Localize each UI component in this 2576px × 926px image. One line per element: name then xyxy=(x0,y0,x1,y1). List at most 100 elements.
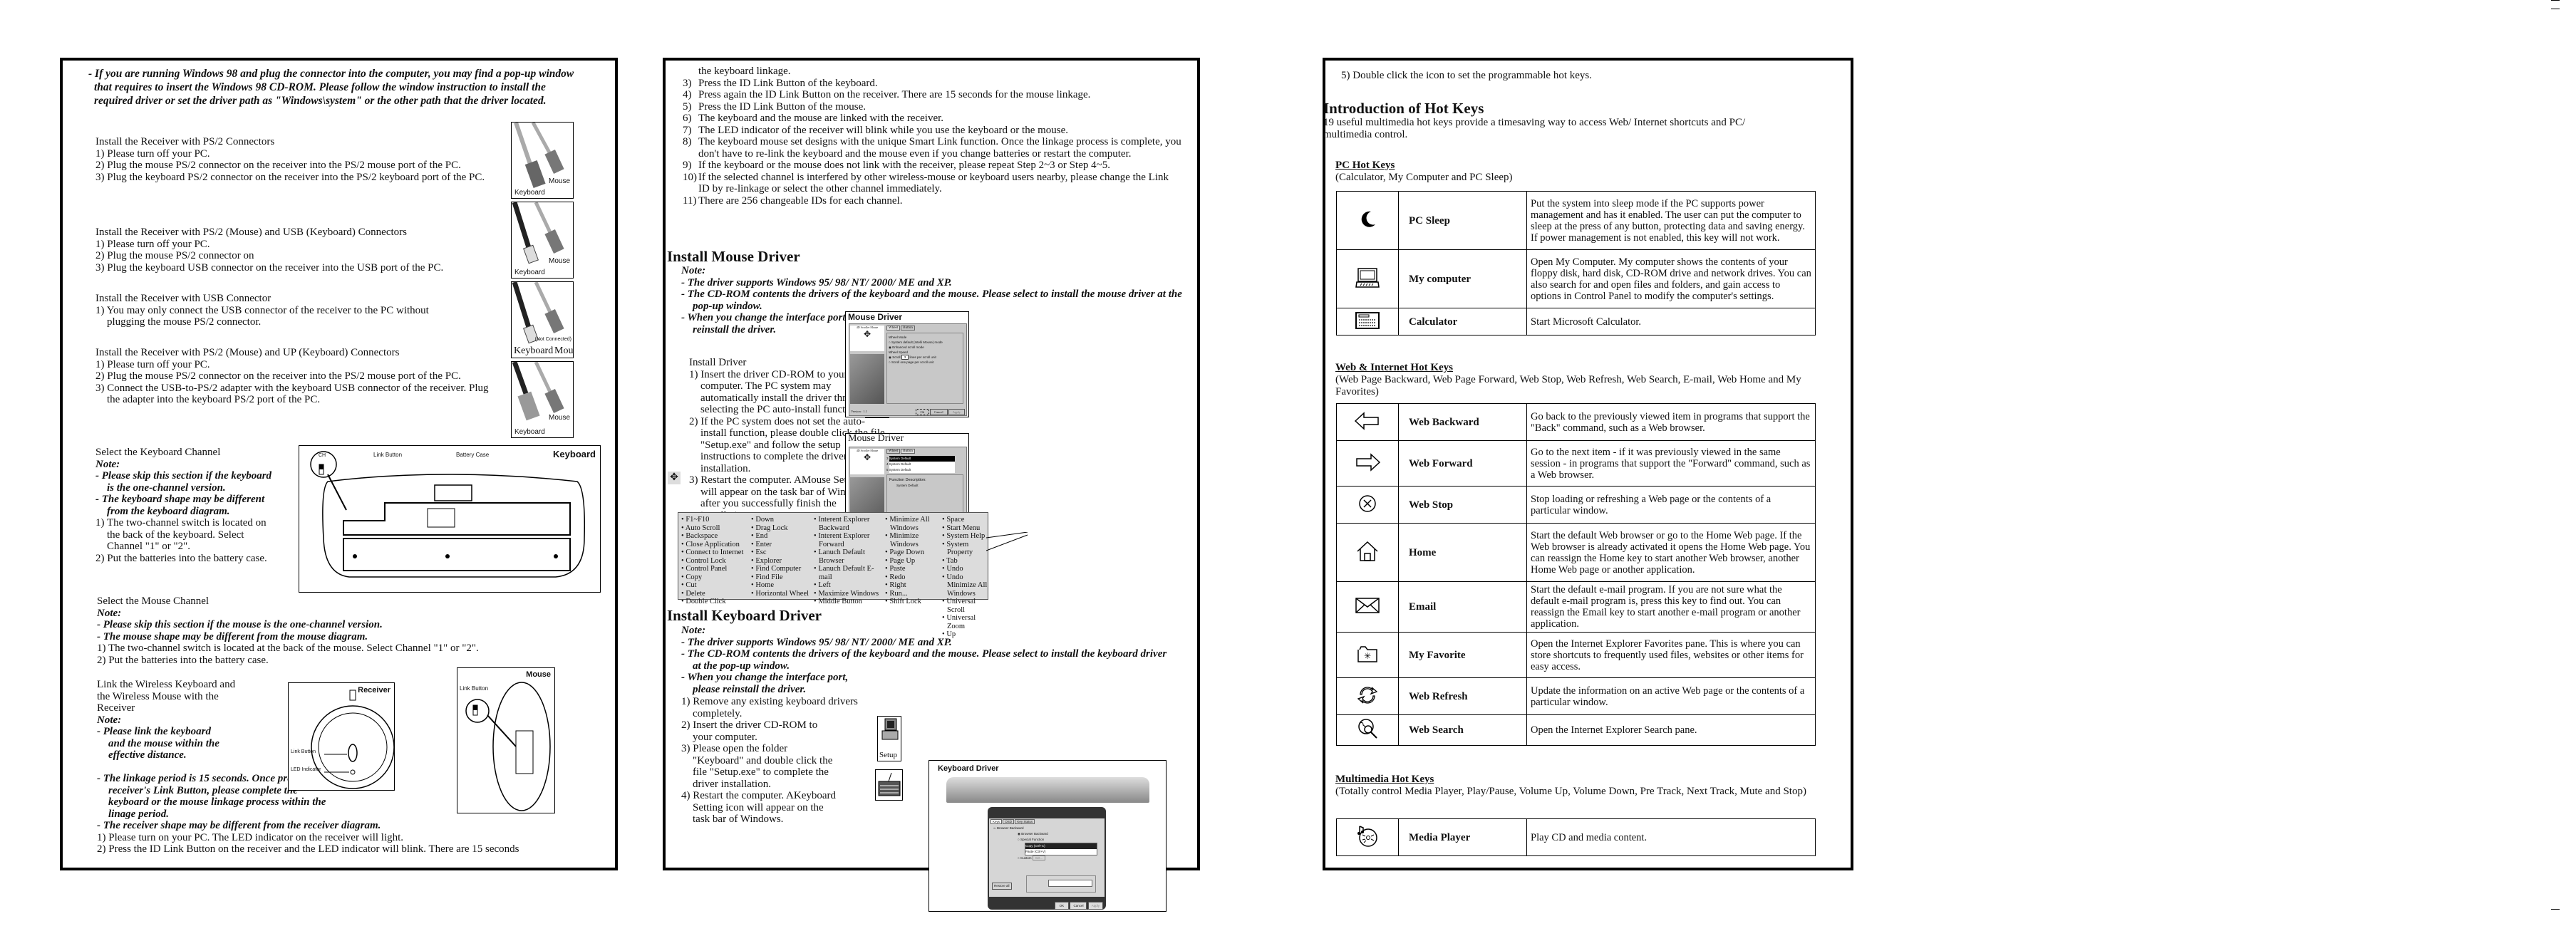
function-label: Control Panel xyxy=(686,565,728,573)
led-indicator-label: LED Indicator xyxy=(291,767,321,772)
function-item: • F1~F10 xyxy=(681,516,749,524)
stop-icon xyxy=(1357,494,1377,516)
step: 2) Insert the driver CD-ROM to your comp… xyxy=(681,719,818,743)
section-title: Install the Receiver with PS/2 Connector… xyxy=(95,136,275,147)
dialog-buttons: OK Cancel Apply xyxy=(1054,902,1103,910)
hot-key-name: Web Forward xyxy=(1398,440,1527,487)
function-item: • System Help xyxy=(942,532,990,541)
tab-wheel[interactable]: Wheel xyxy=(886,326,901,331)
button-5-select[interactable]: System Default xyxy=(889,467,955,473)
scroll-lines-spinner[interactable]: 3 xyxy=(901,355,909,360)
pc-hot-keys-table: PC Sleep Put the system into sleep mode i… xyxy=(1336,191,1816,335)
radio-custom[interactable]: ○ Custom Set... xyxy=(989,855,1105,861)
step: 4) Press again the ID Link Button on the … xyxy=(683,89,1181,101)
function-item: • Paste xyxy=(885,565,941,573)
function-item: • Left xyxy=(814,581,881,590)
step-text: The keyboard mouse set designs with the … xyxy=(698,136,1181,160)
step: 1) Remove any existing keyboard drivers … xyxy=(681,696,858,719)
keyboard-setting-tray-icon[interactable] xyxy=(875,769,903,801)
manual-page-3: 5) Double click the icon to set the prog… xyxy=(1323,58,1853,870)
radio-enhanced[interactable]: ◉ Enhanced scroll mode xyxy=(889,345,961,350)
function-label: Lanuch Default E-mail xyxy=(818,565,874,581)
set-button[interactable]: Set... xyxy=(1032,855,1046,860)
function-label: Page Up xyxy=(889,556,916,565)
note: - The CD-ROM contents the drivers of the… xyxy=(681,648,1167,672)
keyboard-driver-heading: Install Keyboard Driver xyxy=(667,607,822,624)
hot-key-row: Home Start the default Web browser or go … xyxy=(1336,523,1816,582)
radio-browser-backward[interactable]: ◉ Browser Backward xyxy=(989,831,1105,837)
radio-label: Scroll xyxy=(892,355,901,359)
step: 2) Press the ID Link Button on the recei… xyxy=(97,843,519,855)
dialog-caption: Mouse Driver xyxy=(848,433,904,444)
hot-key-row: Calculator Start Microsoft Calculator. xyxy=(1336,308,1816,335)
function-label: Run... xyxy=(889,589,908,598)
radio-scroll-page[interactable]: ○ Scroll one page per scroll unit xyxy=(889,360,961,365)
restore-all-button[interactable]: Restore all xyxy=(992,883,1012,890)
note: - The keyboard shape may be different fr… xyxy=(95,494,265,517)
link-steps-continued: the keyboard linkage. 3) Press the ID Link… xyxy=(683,66,1181,207)
tab-key-status[interactable]: Key Status xyxy=(1015,819,1035,824)
hot-key-description: Update the information on an active Web … xyxy=(1526,677,1816,715)
step-number: 5) xyxy=(683,100,692,113)
step: 10) If the selected channel is interfered… xyxy=(683,172,1181,195)
mouse-setting-tray-icon[interactable]: ✥ xyxy=(668,472,681,484)
radio-scroll-lines[interactable]: ◉ Scroll 3 lines per scroll unit xyxy=(889,355,961,360)
function-label: Middle Button xyxy=(818,598,862,605)
step-number: 6) xyxy=(683,113,692,124)
function-label: Universal Scroll xyxy=(946,598,976,614)
custom-input[interactable] xyxy=(1048,880,1092,887)
tab-wheel[interactable]: Wheel xyxy=(886,449,901,454)
special-function-list[interactable]: Copy (Ctrl+C) Paste (Ctrl+V) xyxy=(1025,843,1097,855)
button-3-select[interactable]: System Default xyxy=(889,456,955,462)
note: - Please skip this section if the mouse … xyxy=(97,619,383,630)
hot-key-description: Start the default e-mail program. If you… xyxy=(1526,581,1816,633)
apply-button[interactable]: Apply xyxy=(948,409,965,415)
not-connected-label: (Not Connected) xyxy=(534,337,571,342)
function-item: • Undo xyxy=(942,565,990,573)
function-item: • Cut xyxy=(681,581,749,590)
tab-button[interactable]: Button xyxy=(901,449,915,454)
ok-button[interactable]: Ok xyxy=(915,409,929,415)
step-number xyxy=(683,66,698,78)
function-item: • Lanuch Default Browser xyxy=(814,548,881,565)
hot-key-row: Web Search Open the Internet Explorer Sea… xyxy=(1336,714,1816,746)
list-item[interactable]: Paste (Ctrl+V) xyxy=(1025,849,1097,855)
setup-file-icon[interactable]: Setup xyxy=(877,716,901,761)
cancel-button[interactable]: Cancel xyxy=(930,409,948,415)
function-label: Control Lock xyxy=(686,556,726,565)
radio-system-default[interactable]: ○ System default (Intelli Mouse) mode xyxy=(889,340,961,345)
note: - Please link the keyboard and the mouse… xyxy=(97,726,219,761)
ok-button[interactable]: OK xyxy=(1054,902,1070,910)
cancel-button[interactable]: Cancel xyxy=(1070,902,1087,910)
radio-special-function[interactable]: ○ Special Function xyxy=(989,837,1105,843)
radio-label: Enhanced scroll mode xyxy=(892,345,924,349)
step-text: The keyboard and the mouse are linked wi… xyxy=(698,113,944,124)
function-label: End xyxy=(755,532,768,540)
hot-key-name: Web Refresh xyxy=(1398,677,1527,715)
function-label: Left xyxy=(818,581,831,589)
step: 1) Insert the driver CD-ROM to your comp… xyxy=(689,368,868,416)
home-icon xyxy=(1355,541,1380,566)
keyboard-driver-dialog: Keyboard Driver Keys OSD Key Status ⇦ Br… xyxy=(929,760,1167,912)
selected-key-label: Browser Backward xyxy=(997,826,1024,830)
tab-button[interactable]: Button xyxy=(901,326,915,331)
tab-keys[interactable]: Keys xyxy=(990,819,1003,824)
key-row: ⇦ Browser Backward xyxy=(993,826,1024,830)
function-item: • Start Menu xyxy=(942,524,990,533)
section-title: Install the Receiver with PS/2 (Mouse) a… xyxy=(95,227,407,238)
function-item: • Connect to Internet xyxy=(681,548,749,557)
hot-key-name: PC Sleep xyxy=(1398,191,1527,250)
dialog-body: Keys OSD Key Status ⇦ Browser Backward ◉… xyxy=(989,818,1105,897)
function-column: • Minimize All Windows • Minimize Windows… xyxy=(885,516,941,606)
version-label: Version : 1.1 xyxy=(851,410,867,413)
list-item[interactable]: Copy (Ctrl+C) xyxy=(1025,843,1097,849)
button-4-select[interactable]: System Default xyxy=(889,462,955,467)
hot-key-row: Email Start the default e-mail program. I… xyxy=(1336,581,1816,633)
hot-key-icon-cell: ✳ xyxy=(1336,632,1399,678)
mouse-label: Mouse xyxy=(548,177,570,185)
tab-osd[interactable]: OSD xyxy=(1003,819,1015,824)
apply-button[interactable]: Apply xyxy=(1087,902,1103,910)
radio-label: Special Function xyxy=(1020,838,1045,841)
step-text: If the keyboard or the mouse does not li… xyxy=(698,160,1110,171)
note: - The driver supports Windows 95/ 98/ NT… xyxy=(681,636,952,648)
